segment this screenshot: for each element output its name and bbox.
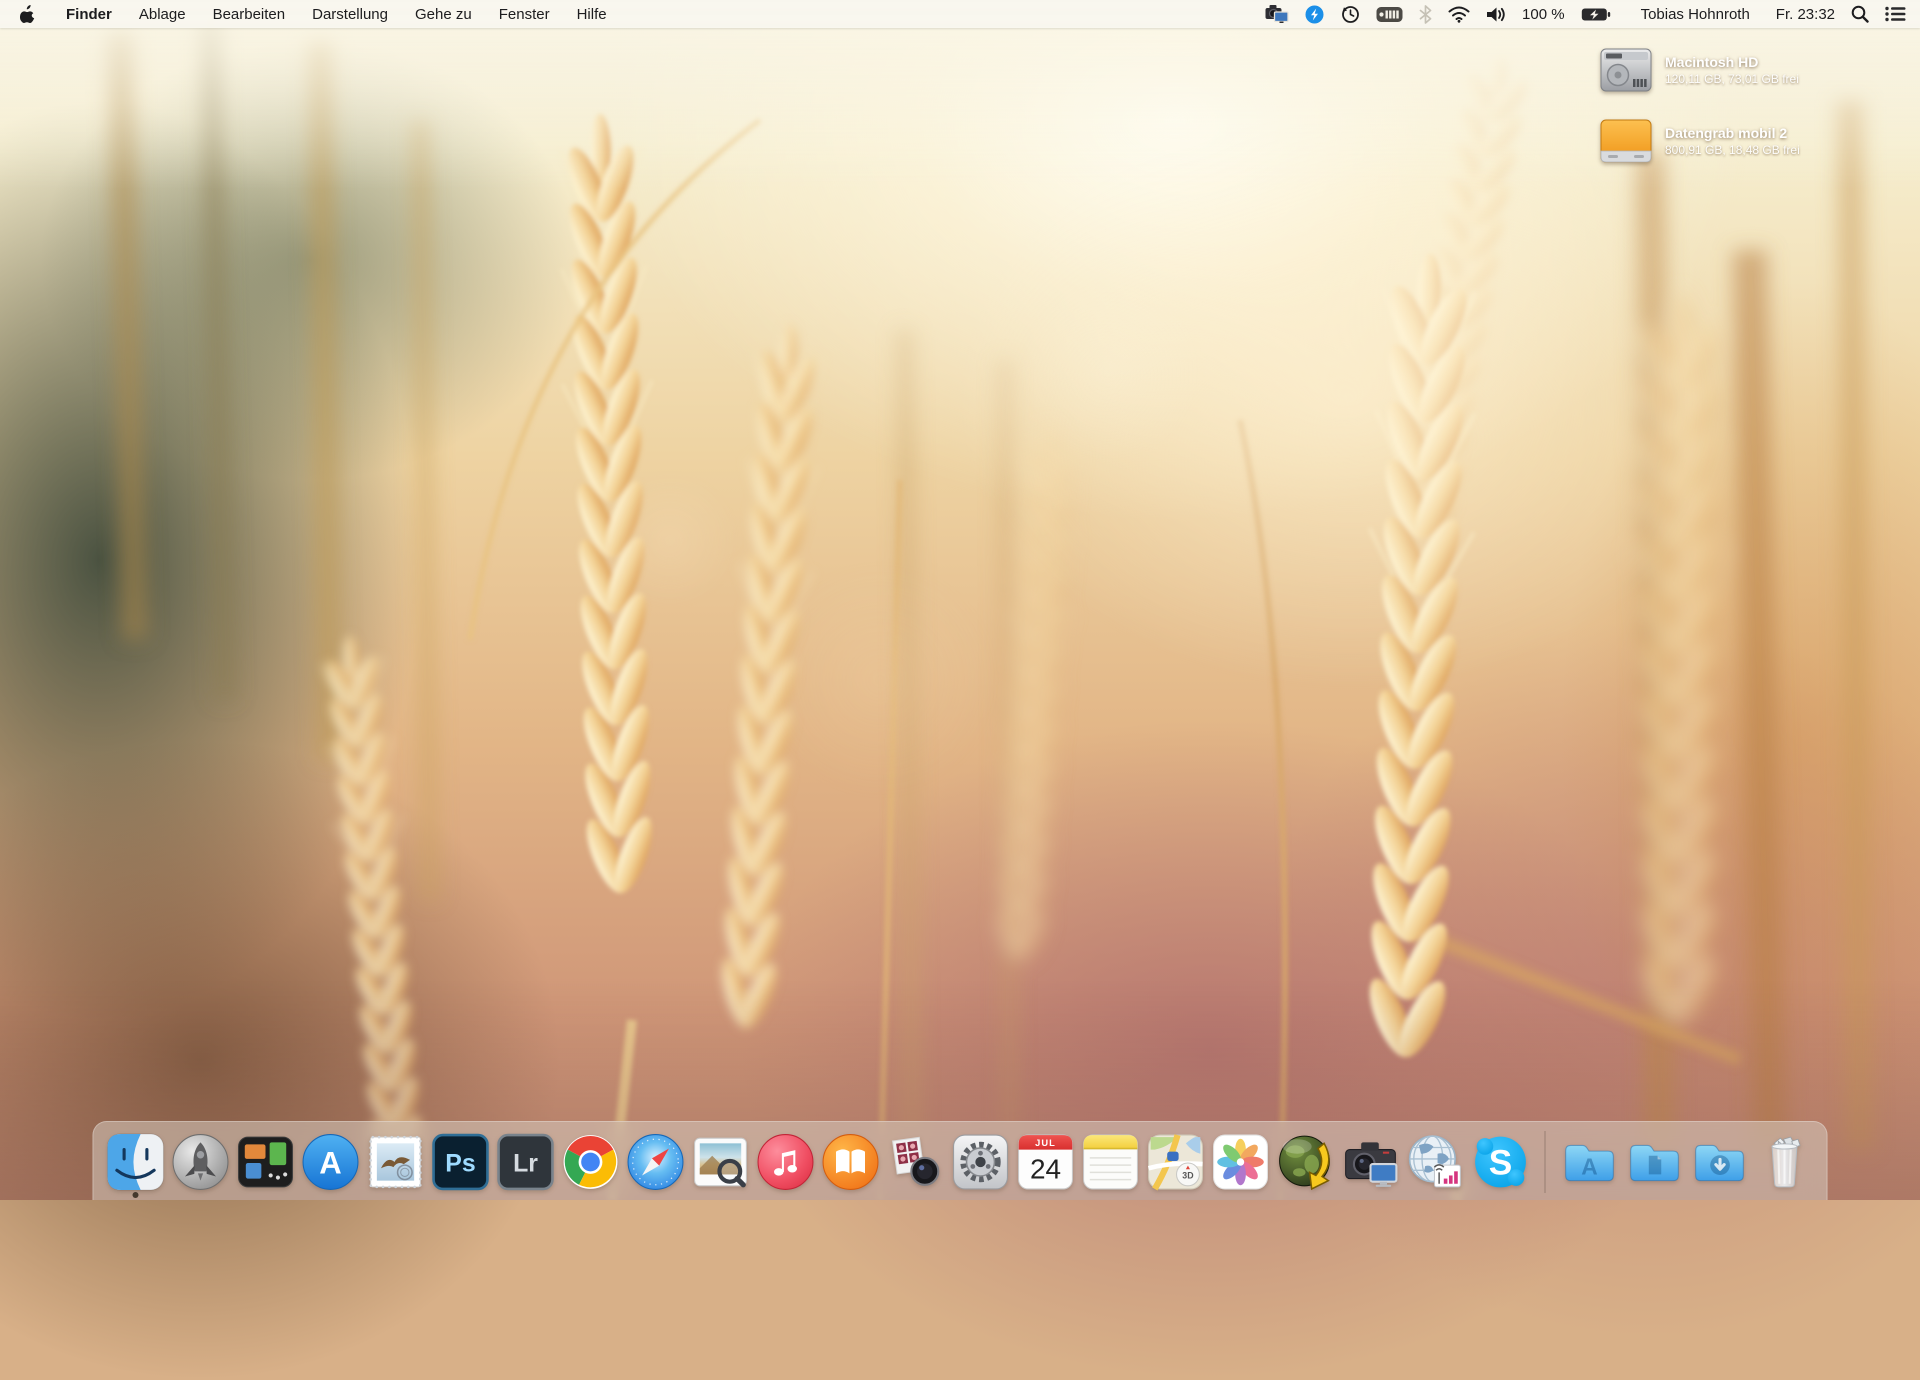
notes-icon — [1082, 1133, 1140, 1191]
user-menu[interactable]: Tobias Hohnroth — [1641, 6, 1750, 23]
maps-icon: 3D — [1147, 1133, 1205, 1191]
menu-ablage[interactable]: Ablage — [139, 6, 186, 23]
menu-app-name[interactable]: Finder — [66, 6, 112, 23]
svg-text:Ps: Ps — [445, 1150, 475, 1177]
dock-item-network-monitor[interactable] — [1406, 1132, 1466, 1192]
dock-item-mail[interactable] — [366, 1132, 426, 1192]
dock-item-lightroom[interactable]: Lr — [496, 1132, 556, 1192]
clock[interactable]: Fr. 23:32 — [1776, 6, 1835, 23]
volume-icon[interactable] — [1486, 6, 1506, 23]
internal-drive-icon — [1600, 48, 1652, 92]
dock-item-mission-control[interactable] — [236, 1132, 296, 1192]
dock-item-preview[interactable] — [691, 1132, 751, 1192]
jdownloader-icon — [1277, 1133, 1335, 1191]
app-store-icon: A — [302, 1133, 360, 1191]
spotlight-icon[interactable] — [1851, 5, 1869, 23]
mission-control-icon — [237, 1133, 295, 1191]
dock-folder-downloads[interactable] — [1690, 1132, 1750, 1192]
notification-center-icon[interactable] — [1885, 6, 1906, 22]
dock-folder-documents[interactable] — [1625, 1132, 1685, 1192]
dock-item-photo-booth[interactable] — [886, 1132, 946, 1192]
menu-fenster[interactable]: Fenster — [499, 6, 550, 23]
volume-name: Datengrab mobil 2 — [1665, 125, 1800, 141]
dock-folder-applications[interactable]: A — [1560, 1132, 1620, 1192]
dock-item-app-store[interactable]: A — [301, 1132, 361, 1192]
downloads-folder-icon — [1691, 1133, 1749, 1191]
svg-text:Lr: Lr — [513, 1150, 538, 1177]
svg-text:JUL: JUL — [1035, 1138, 1056, 1148]
volume-info: 800,91 GB, 18,48 GB frei — [1665, 143, 1800, 157]
photos-icon — [1212, 1133, 1270, 1191]
photoshop-icon: Ps — [432, 1133, 490, 1191]
apple-menu[interactable] — [14, 5, 41, 23]
desktop-volume-macintosh-hd[interactable]: Macintosh HD 120,11 GB, 73,01 GB frei — [1600, 48, 1900, 92]
system-preferences-icon — [952, 1133, 1010, 1191]
dock-item-itunes[interactable] — [756, 1132, 816, 1192]
lightroom-icon: Lr — [497, 1133, 555, 1191]
dock-item-finder[interactable] — [106, 1132, 166, 1192]
dock-item-photos[interactable] — [1211, 1132, 1271, 1192]
ibooks-icon — [822, 1133, 880, 1191]
bluetooth-icon[interactable] — [1419, 5, 1432, 24]
dock-item-eos-utility[interactable] — [1341, 1132, 1401, 1192]
battery-charging-icon[interactable] — [1581, 7, 1611, 22]
dock-item-maps[interactable]: 3D — [1146, 1132, 1206, 1192]
shazam-menu-icon[interactable] — [1305, 5, 1324, 24]
dock-item-launchpad[interactable] — [171, 1132, 231, 1192]
svg-text:A: A — [1581, 1153, 1597, 1179]
dock-item-notes[interactable] — [1081, 1132, 1141, 1192]
running-indicator — [133, 1192, 139, 1198]
applications-folder-icon: A — [1561, 1133, 1619, 1191]
dock-item-skype[interactable]: S — [1471, 1132, 1531, 1192]
desktop-wallpaper[interactable] — [0, 0, 1920, 1200]
dock-item-jdownloader[interactable] — [1276, 1132, 1336, 1192]
eos-utility-icon — [1342, 1133, 1400, 1191]
dock-item-chrome[interactable] — [561, 1132, 621, 1192]
skype-icon: S — [1472, 1133, 1530, 1191]
svg-text:24: 24 — [1030, 1154, 1061, 1185]
menu-bar: Finder Ablage Bearbeiten Darstellung Geh… — [0, 0, 1920, 28]
itunes-icon — [757, 1133, 815, 1191]
wheat-field-illustration — [0, 0, 1920, 1200]
menu-bearbeiten[interactable]: Bearbeiten — [213, 6, 286, 23]
dock-item-system-preferences[interactable] — [951, 1132, 1011, 1192]
photo-booth-icon — [887, 1133, 945, 1191]
volume-name: Macintosh HD — [1665, 54, 1799, 70]
desktop-volume-datengrab-mobil-2[interactable]: Datengrab mobil 2 800,91 GB, 18,48 GB fr… — [1600, 119, 1900, 163]
launchpad-icon — [172, 1133, 230, 1191]
svg-text:S: S — [1489, 1143, 1512, 1182]
svg-text:A: A — [319, 1145, 341, 1180]
desktop-volume-list: Macintosh HD 120,11 GB, 73,01 GB frei Da… — [1600, 48, 1900, 163]
calendar-icon: JUL 24 — [1017, 1133, 1075, 1191]
dock-item-safari[interactable] — [626, 1132, 686, 1192]
volume-info: 120,11 GB, 73,01 GB frei — [1665, 72, 1799, 86]
trash-icon[interactable] — [1755, 1132, 1815, 1192]
network-monitor-icon — [1407, 1133, 1465, 1191]
eos-utility-menu-icon[interactable] — [1265, 4, 1289, 24]
menu-hilfe[interactable]: Hilfe — [577, 6, 607, 23]
apple-icon — [20, 5, 35, 23]
wifi-icon[interactable] — [1448, 6, 1470, 23]
dock-item-calendar[interactable]: JUL 24 — [1016, 1132, 1076, 1192]
documents-folder-icon — [1626, 1133, 1684, 1191]
dock: A Ps Lr — [93, 1121, 1828, 1200]
time-machine-icon[interactable] — [1340, 4, 1360, 24]
preview-icon — [692, 1133, 750, 1191]
chrome-icon — [562, 1133, 620, 1191]
battery-percent: 100 % — [1522, 6, 1565, 23]
svg-text:3D: 3D — [1182, 1171, 1193, 1181]
safari-icon — [627, 1133, 685, 1191]
finder-icon — [107, 1133, 165, 1191]
mail-icon — [367, 1133, 425, 1191]
dock-separator — [1545, 1131, 1546, 1193]
menu-darstellung[interactable]: Darstellung — [312, 6, 388, 23]
trash-full-icon — [1756, 1133, 1814, 1191]
external-drive-icon — [1600, 119, 1652, 163]
menu-gehe-zu[interactable]: Gehe zu — [415, 6, 472, 23]
battery-gauge-icon[interactable] — [1376, 6, 1403, 23]
dock-item-photoshop[interactable]: Ps — [431, 1132, 491, 1192]
dock-item-ibooks[interactable] — [821, 1132, 881, 1192]
